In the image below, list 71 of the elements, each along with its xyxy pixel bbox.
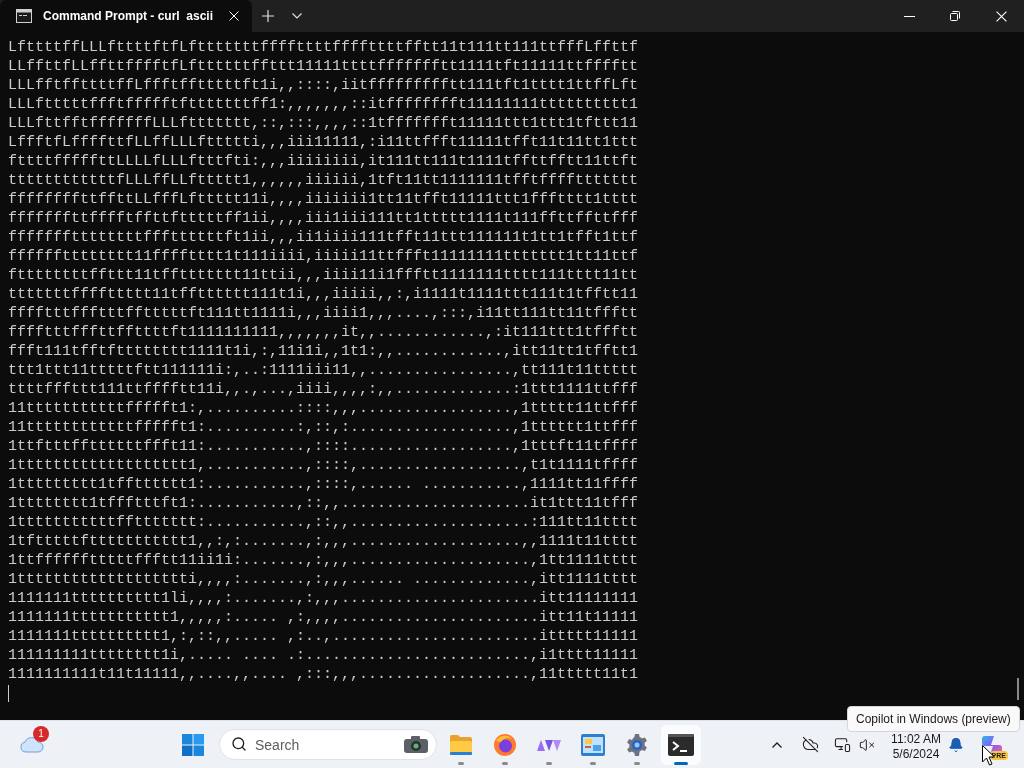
ascii-art-line: 1ttttttttttttttttttti,,,,:.......,:,,,...... .............,itt1111tttt xyxy=(8,570,639,589)
chevron-down-icon xyxy=(292,13,302,19)
minimize-icon xyxy=(903,15,915,17)
ascii-art-line: LLLftttttffftffffftftttttttff1:,,,,,,,::itfffffffft11111111tttttttttt1 xyxy=(8,95,639,114)
close-icon xyxy=(995,10,1007,22)
ascii-art-line: 1ttttttttt1tfftttttt1:...........,::::,...... ...........,1111tt11ffff xyxy=(8,475,639,494)
running-indicator-icon xyxy=(502,761,508,765)
ascii-art-line: 1ttttttttttttttttttt1,...........,::::,..................,t1t1111tffff xyxy=(8,456,639,475)
ascii-art-line: fffffftttttttt11fffftttt1t111iiii,iiiii11ttffft11111111ttttttt1tt11ttf xyxy=(8,247,639,266)
notification-badge: 1 xyxy=(33,725,49,742)
ascii-art-line: 1111111tttttttttt1,:,::,,..... ,:..,.......................ittttt11111 xyxy=(8,627,639,646)
clock-time: 11:02 AM xyxy=(891,731,941,747)
ascii-art-line: fttttfffffttLLLLfLLLftttfti:,,,iiiiiiii,it111tt111t1111tffttfftt11ttft xyxy=(8,152,639,171)
ascii-art-line: fffftttfffttffttttft1111111111,,,,,,,it,,............,:it111ttt1tffftt xyxy=(8,323,639,342)
ascii-art-line: 1tftttttfttttttttttt1,,:,:.......,:,,,...................,,1111t11tttt xyxy=(8,532,639,551)
cloud-off-icon xyxy=(801,736,819,753)
running-indicator-icon xyxy=(458,761,464,765)
ascii-art-line: tttttttffffttttt11tfftttttt111t1i,,,iiiii,,:,i1111t1111ttt111t1tfftt11 xyxy=(8,285,639,304)
ascii-art-line: ttt1ttt11tttttftt111111i:,..:1111iii11,,................,tt111t11ttttt xyxy=(8,361,639,380)
clock-date: 5/6/2024 xyxy=(892,746,940,762)
shapes-icon xyxy=(537,737,561,752)
search-icon xyxy=(231,736,247,752)
ascii-art-line: 1tttttttt1tffftttft1:...........,::,,.....................it1ttt11tfff xyxy=(8,494,639,513)
ascii-art-line: LLLfftffttttffLffftfftttttft1i,,::::,iitffffffffftt111tft1tttt1ttffLft xyxy=(8,76,639,95)
running-indicator-icon xyxy=(674,761,688,765)
scrollbar-thumb[interactable] xyxy=(1017,678,1019,700)
ascii-art-line: LLLfttfftfffffffLLLfttttttt,::,:::,,,,::1tffffffft11111ttt1ttt1tfttt11 xyxy=(8,114,639,133)
search-field[interactable]: Search xyxy=(219,729,437,760)
folder-icon xyxy=(449,733,473,756)
chevron-up-icon xyxy=(772,741,782,748)
ascii-art-line: 11tttttttttttffffft1:,..........::::,,,.................,1ttttt11ttfff xyxy=(8,399,639,418)
ascii-art-line: LffftfLffffttfLLffLLLfttttti,,,iii11111,:i11ttffft11111tfft11t11tt1ttt xyxy=(8,133,639,152)
ascii-art-line: ttttttttttttfLLLffLLfttttt1,,,,,,iiiiii,1tft11tt1111111tfftffffttttttt xyxy=(8,171,639,190)
close-icon xyxy=(229,11,240,21)
ascii-art-line: ffffffffttffttLLfffLfttttt11i,,,,iiiiiii1tt11tfft11111ttt1ffftttt1tttt xyxy=(8,190,639,209)
ascii-art-line: 1ttftttffttttttffft11:...........,::::..................,1tttft11tffff xyxy=(8,437,639,456)
camera-icon xyxy=(403,734,429,754)
ascii-art-line: fffffffttttttttfffttttttft1ii,,,ii1iiii111tfft11ttt111111t1tt1tfft1ttf xyxy=(8,228,639,247)
gear-icon xyxy=(625,732,649,757)
terminal-icon xyxy=(668,733,694,756)
ascii-art-line: 1ttfffffftttttffftt11ii1i:.......,:,,,....................,1tt1111tttt xyxy=(8,551,639,570)
restore-icon xyxy=(950,11,960,21)
windows-logo-icon xyxy=(182,733,204,756)
browser-icon xyxy=(493,732,517,757)
ascii-art-line: 1111111ttttttttttt1,,,,,:..... ,:,,,,......................itt11t11111 xyxy=(8,608,639,627)
running-indicator-icon xyxy=(546,761,552,765)
bell-icon xyxy=(948,736,964,753)
ascii-art-line: 1tttttttttttffttttttt:...........,::,,....................:111tt11tttt xyxy=(8,513,639,532)
terminal-tab[interactable]: Command Prompt - curl ascii xyxy=(0,0,252,32)
widgets-button[interactable]: 1 xyxy=(12,724,52,765)
tooltip: Copilot in Windows (preview) xyxy=(847,706,1020,732)
cloud-icon xyxy=(20,736,44,753)
muted-speaker-icon xyxy=(859,736,875,753)
running-indicator-icon xyxy=(634,761,640,765)
ascii-art-line: 11ttttttttttttffffft1:..........:,::,:..................,1tttttt1ttfff xyxy=(8,418,639,437)
ascii-art-line: 111111111tttttttt1i,..... .... .:.........................,i1tttt11111 xyxy=(8,646,639,665)
ascii-art-line: fffffffttfffftffttftttttff1ii,,,,iii1iii111tt1ttttt1111t111ffttffttfff xyxy=(8,209,639,228)
running-indicator-icon xyxy=(590,761,596,765)
ascii-art-line: LLffttfLLffttfffftfLfttttttffttt11111ttttffffffftt1111tft11111ttfffftt xyxy=(8,57,639,76)
taskbar-app-button[interactable] xyxy=(661,724,701,765)
console-icon xyxy=(16,9,32,23)
ascii-art-line: LfttttffLLLfttttftfLftttttttffffttttffffttttfftt11t111tt111ttfffLffttf xyxy=(8,38,639,57)
ascii-art-line: 1111111tttttttttt1li,,,,:.......,:,,,......................itt11111111 xyxy=(8,589,639,608)
ascii-art-line: ffft111tfftftttttttt1111t1i,:,11i1i,,1t1:,,............,itt11tt1tfftt1 xyxy=(8,342,639,361)
ascii-art-line: fttttttttffttt11tffttttttt11ttii,,,iiii11i1ffftt1111111tttt111tttt11tt xyxy=(8,266,639,285)
plus-icon xyxy=(262,10,274,22)
monitor-phone-icon xyxy=(833,736,851,753)
ascii-art-line: ttttfffttt111ttfffftt11i,,.,...,iiii,,,,:,,.............:1ttt1111ttfff xyxy=(8,380,639,399)
ascii-art-line: fffftttffftttfftttttft111tt1111i,,,iiii1,,,....,:::,i11tt111tt11tffftt xyxy=(8,304,639,323)
control-panel-icon xyxy=(581,733,605,756)
ascii-art-line: 1111111111t11t11111,,....,,.... ,:::,,,...................,11ttttt11t1 xyxy=(8,665,639,684)
